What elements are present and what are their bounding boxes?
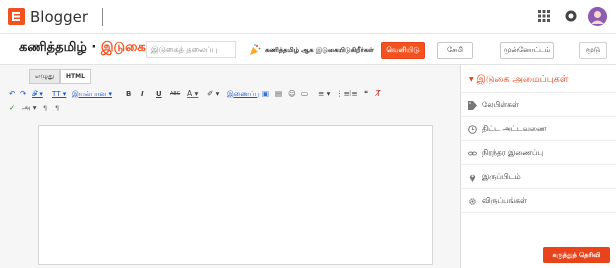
section-name: இடுகை (100, 40, 146, 55)
sidebar-item-schedule[interactable]: திட்ட அட்டவணை (468, 123, 547, 135)
post-title-row: கணித்தமிழ் · இடுகை கணித்தமிழ் ஆக இடுகையி… (0, 34, 616, 64)
bullet-list-icon[interactable]: ⁝≡ (349, 89, 358, 99)
send-feedback-button[interactable]: கருத்துத் தெரிவி (543, 247, 610, 263)
posting-as-text: கணித்தமிழ் ஆக இடுகையிடுகிறீர்கள் (265, 46, 374, 54)
clear-formatting-icon[interactable]: T̸ (376, 89, 381, 99)
sidebar-item-location[interactable]: இருப்பிடம் (468, 171, 521, 183)
sidebar-divider (461, 164, 616, 165)
font-size-dropdown[interactable]: 𝖳T ▾ (52, 89, 66, 99)
undo-icon[interactable]: ↶ (9, 89, 15, 99)
underline-button[interactable]: U (156, 89, 162, 99)
chevron-down-icon: ▼ (469, 76, 474, 83)
bold-button[interactable]: B (126, 89, 131, 99)
sidebar-item-labels[interactable]: லேபிள்கள் (468, 99, 519, 111)
sidebar-divider (461, 116, 616, 117)
sidebar-item-permalink[interactable]: நிரந்தர இணைப்பு (468, 147, 543, 159)
link-button[interactable]: இணைப்பு (227, 89, 260, 99)
insert-video-icon[interactable]: ▤ (275, 89, 282, 99)
format-dropdown[interactable]: இயல்பான ▾ (72, 89, 112, 99)
tab-compose[interactable]: எழுது (29, 69, 61, 84)
quote-icon[interactable]: ❝ (364, 89, 368, 99)
input-tools-dropdown[interactable]: அ ▾ (22, 103, 36, 113)
right-to-left-icon[interactable]: ¶ (55, 103, 59, 113)
save-button[interactable]: சேமி (437, 42, 473, 59)
redo-icon[interactable]: ↷ (20, 89, 26, 99)
clock-icon (468, 124, 477, 134)
publish-button[interactable]: வெளியிடு (381, 42, 425, 59)
link-icon (468, 151, 477, 155)
insert-emoji-icon[interactable]: ☺ (288, 89, 296, 99)
italic-button[interactable]: I (141, 89, 144, 99)
gear-icon (469, 197, 476, 205)
blog-name: கணித்தமிழ் · (19, 40, 101, 55)
top-app-bar: Blogger (0, 0, 616, 34)
tab-html[interactable]: HTML (60, 69, 91, 84)
sidebar-divider (461, 92, 616, 93)
jump-break-icon[interactable]: ▭ (301, 89, 308, 99)
numbered-list-icon[interactable]: ⋮≡ (336, 89, 350, 99)
insert-image-icon[interactable]: ▣ (262, 89, 269, 99)
spellcheck-icon[interactable]: ✓ (9, 103, 15, 113)
sidebar-divider (461, 212, 616, 213)
editor-panel: எழுது HTML ↶ ↷ 𝓕 ▾ 𝖳T ▾ இயல்பான ▾ B I U … (0, 64, 461, 268)
apps-grid-icon[interactable] (538, 10, 550, 22)
sidebar-divider (461, 188, 616, 189)
account-avatar[interactable] (588, 7, 607, 26)
blog-title: கணித்தமிழ் · இடுகை (19, 40, 146, 56)
close-button[interactable]: மூடு (579, 42, 607, 59)
post-body-editor[interactable] (38, 125, 433, 265)
preview-button[interactable]: முன்னோட்டம் (500, 42, 554, 59)
strikethrough-button[interactable]: ABC (170, 89, 180, 99)
text-color-dropdown[interactable]: A ▾ (187, 89, 198, 99)
tag-icon (468, 100, 477, 110)
alignment-dropdown[interactable]: ≡ ▾ (318, 89, 330, 99)
brand-name[interactable]: Blogger (30, 8, 88, 26)
left-to-right-icon[interactable]: ¶ (43, 103, 47, 113)
location-pin-icon (469, 174, 476, 182)
party-icon (250, 44, 261, 55)
font-family-dropdown[interactable]: 𝓕 ▾ (32, 89, 43, 99)
post-settings-sidebar: ▼ இடுகை அமைப்புகள் லேபிள்கள் திட்ட அட்டவண… (461, 64, 616, 268)
sidebar-item-options[interactable]: விருப்பங்கள் (468, 195, 527, 207)
notification-icon[interactable] (565, 9, 577, 23)
header-divider (102, 8, 103, 26)
post-title-input[interactable] (146, 41, 236, 58)
highlight-color-dropdown[interactable]: ✐ ▾ (207, 89, 219, 99)
post-settings-heading[interactable]: ▼ இடுகை அமைப்புகள் (469, 74, 568, 86)
blogger-logo-icon[interactable] (8, 8, 25, 25)
sidebar-divider (461, 140, 616, 141)
